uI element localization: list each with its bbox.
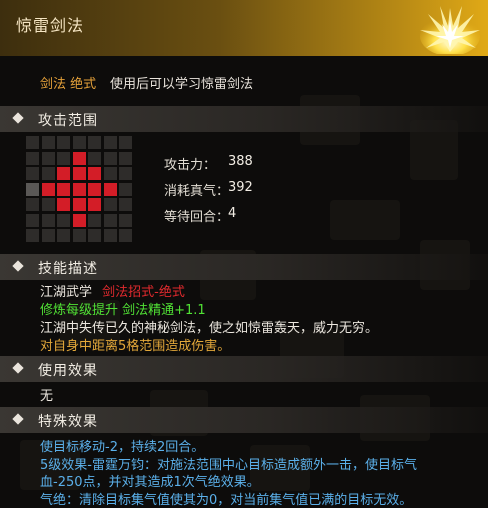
range-cell <box>72 229 86 242</box>
range-cell <box>41 229 55 242</box>
range-cell <box>88 229 101 242</box>
skill-category-line: 江湖武学 剑法招式-绝式 <box>40 281 185 300</box>
range-cell <box>119 151 132 165</box>
range-cell <box>103 229 117 242</box>
special-effect-line: 血-250点，并对其造成1次气绝效果。 <box>40 475 260 490</box>
section-label: 使用效果 <box>38 363 98 379</box>
stat-value: 4 <box>228 206 237 221</box>
range-cell-self <box>26 182 39 196</box>
range-cell <box>57 213 70 227</box>
range-cell <box>88 213 101 227</box>
stat-label: 攻击力： <box>164 158 217 173</box>
range-cell <box>41 136 55 149</box>
range-cell <box>41 167 55 180</box>
range-cell-hit <box>88 198 101 211</box>
section-label: 攻击范围 <box>38 113 98 129</box>
range-cell <box>119 136 132 149</box>
range-cell <box>26 136 39 149</box>
range-cell-hit <box>72 167 86 180</box>
range-cell <box>26 151 39 165</box>
range-cell-hit <box>41 182 55 196</box>
range-cell-hit <box>72 182 86 196</box>
range-cell <box>103 198 117 211</box>
section-header-range: 攻击范围 <box>0 106 488 132</box>
range-cell <box>88 151 101 165</box>
item-usage-desc: 使用后可以学习惊雷剑法 <box>110 77 254 92</box>
range-cell-hit <box>88 167 101 180</box>
section-header-use-effect: 使用效果 <box>0 356 488 382</box>
range-cell <box>57 136 70 149</box>
stat-label: 消耗真气： <box>164 184 230 199</box>
range-cell-hit <box>72 151 86 165</box>
range-cell <box>119 198 132 211</box>
range-cell <box>26 213 39 227</box>
skill-lore: 江湖中失传已久的神秘剑法，使之如惊雷轰天，威力无穷。 <box>40 321 379 336</box>
stat-value: 392 <box>228 180 253 195</box>
skill-range-desc: 对自身中距离5格范围造成伤害。 <box>40 339 231 354</box>
stat-label: 等待回合： <box>164 210 230 225</box>
skill-style: 剑法招式-绝式 <box>102 285 185 300</box>
item-title: 惊雷剑法 <box>16 16 85 35</box>
range-cell <box>57 229 70 242</box>
range-cell-hit <box>103 182 117 196</box>
range-cell <box>57 151 70 165</box>
range-cell <box>26 198 39 211</box>
range-cell <box>41 213 55 227</box>
diamond-bullet-icon <box>12 112 24 124</box>
range-cell <box>103 213 117 227</box>
range-cell-hit <box>72 213 86 227</box>
range-cell <box>119 167 132 180</box>
lightning-burst-icon <box>420 6 480 54</box>
range-cell <box>103 151 117 165</box>
range-cell-hit <box>57 182 70 196</box>
section-header-skill-desc: 技能描述 <box>0 254 488 280</box>
range-cell <box>41 198 55 211</box>
range-cell <box>88 136 101 149</box>
skill-level-bonus: 修炼每级提升 剑法精通+1.1 <box>40 303 206 318</box>
attack-range-grid <box>26 136 136 244</box>
section-label: 特殊效果 <box>38 414 98 430</box>
range-cell <box>119 213 132 227</box>
range-cell-hit <box>88 182 101 196</box>
diamond-bullet-icon <box>12 413 24 425</box>
special-effect-line: 使目标移动-2，持续2回合。 <box>40 440 205 455</box>
range-cell-hit <box>72 198 86 211</box>
range-cell <box>26 229 39 242</box>
range-cell <box>103 167 117 180</box>
range-cell <box>72 136 86 149</box>
range-cell <box>103 136 117 149</box>
diamond-bullet-icon <box>12 260 24 272</box>
range-cell <box>26 167 39 180</box>
section-label: 技能描述 <box>38 261 98 277</box>
range-cell-hit <box>57 198 70 211</box>
item-subtitle: 剑法 绝式 使用后可以学习惊雷剑法 <box>0 64 488 98</box>
item-header: 惊雷剑法 <box>0 0 488 56</box>
range-cell <box>41 151 55 165</box>
range-cell-hit <box>57 167 70 180</box>
stat-value: 388 <box>228 154 253 169</box>
diamond-bullet-icon <box>12 362 24 374</box>
use-effect-text: 无 <box>40 389 54 404</box>
skill-category: 江湖武学 <box>40 285 93 300</box>
range-cell <box>119 229 132 242</box>
section-header-special-effect: 特殊效果 <box>0 407 488 433</box>
item-type-tag: 剑法 绝式 <box>40 77 97 92</box>
range-cell <box>119 182 132 196</box>
